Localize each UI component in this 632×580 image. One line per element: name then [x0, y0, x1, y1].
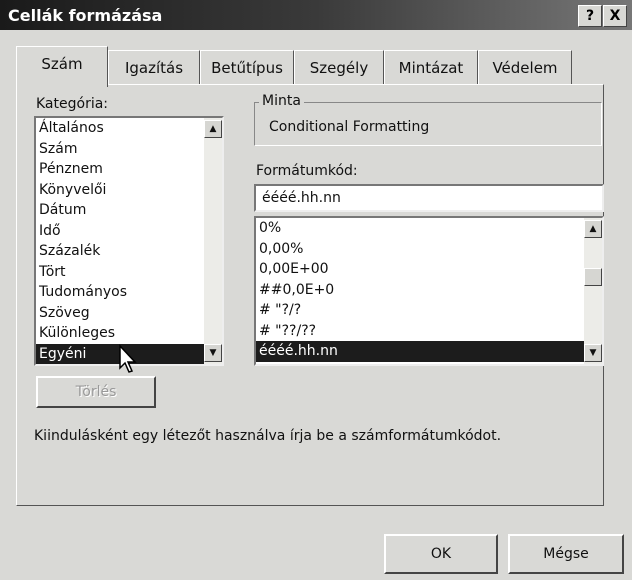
format-scrollbar[interactable]: ▲ ▼ [584, 218, 602, 364]
cancel-button[interactable]: Mégse [508, 534, 624, 574]
category-label: Kategória: [36, 96, 109, 112]
format-list[interactable]: 0% 0,00% 0,00E+00 ##0,0E+0 # "?/? # "??/?? ééé… [254, 216, 604, 366]
format-code-input[interactable]: éééé.hh.nn [254, 184, 604, 212]
tab-betutipus[interactable]: Betűtípus [200, 50, 294, 85]
list-item[interactable]: Tört [36, 262, 222, 283]
category-scrollbar[interactable]: ▲ ▼ [204, 118, 222, 364]
tab-vedelem[interactable]: Védelem [478, 50, 572, 85]
list-item[interactable]: Könyvelői [36, 180, 222, 201]
window-title: Cellák formázása [8, 6, 163, 25]
description-text: Kiindulásként egy létezőt használva írja… [34, 428, 502, 444]
list-item[interactable]: Tudományos [36, 282, 222, 303]
category-list[interactable]: Általános Szám Pénznem Könyvelői Dátum Idő Szá… [34, 116, 224, 366]
list-item[interactable]: Általános [36, 118, 222, 139]
list-item[interactable]: Szám [36, 139, 222, 160]
list-item[interactable]: # "?/? [256, 300, 602, 321]
sample-group: Minta Conditional Formatting [254, 93, 602, 146]
help-button[interactable]: ? [578, 5, 602, 27]
list-item[interactable]: 0% [256, 218, 602, 239]
list-item[interactable]: Különleges [36, 323, 222, 344]
title-bar: Cellák formázása ? X [0, 0, 632, 30]
ok-button[interactable]: OK [384, 534, 498, 574]
tab-igazitas[interactable]: Igazítás [108, 50, 200, 85]
list-item[interactable]: ##0,0E+0 [256, 280, 602, 301]
list-item[interactable]: 0,00% [256, 239, 602, 260]
close-button[interactable]: X [603, 5, 627, 27]
list-item[interactable]: # "??/?? [256, 321, 602, 342]
scroll-up-icon[interactable]: ▲ [204, 120, 222, 138]
tab-szegely[interactable]: Szegély [294, 50, 384, 85]
scroll-up-icon[interactable]: ▲ [584, 220, 602, 238]
delete-button[interactable]: Törlés [36, 376, 156, 408]
sample-label: Minta [259, 93, 304, 109]
list-item[interactable]: 0,00E+00 [256, 259, 602, 280]
scroll-down-icon[interactable]: ▼ [584, 344, 602, 362]
format-code-label: Formátumkód: [256, 163, 358, 179]
list-item[interactable]: Dátum [36, 200, 222, 221]
scroll-down-icon[interactable]: ▼ [204, 344, 222, 362]
list-item[interactable]: Idő [36, 221, 222, 242]
list-item[interactable]: Szöveg [36, 303, 222, 324]
list-item[interactable]: Százalék [36, 241, 222, 262]
sample-value: Conditional Formatting [269, 119, 430, 135]
scroll-thumb[interactable] [584, 268, 602, 286]
list-item[interactable]: Pénznem [36, 159, 222, 180]
tab-mintazat[interactable]: Mintázat [384, 50, 478, 85]
tab-szam[interactable]: Szám [16, 46, 108, 87]
list-item[interactable]: éééé.hh.nn [256, 341, 602, 362]
mouse-cursor-icon [119, 344, 137, 373]
